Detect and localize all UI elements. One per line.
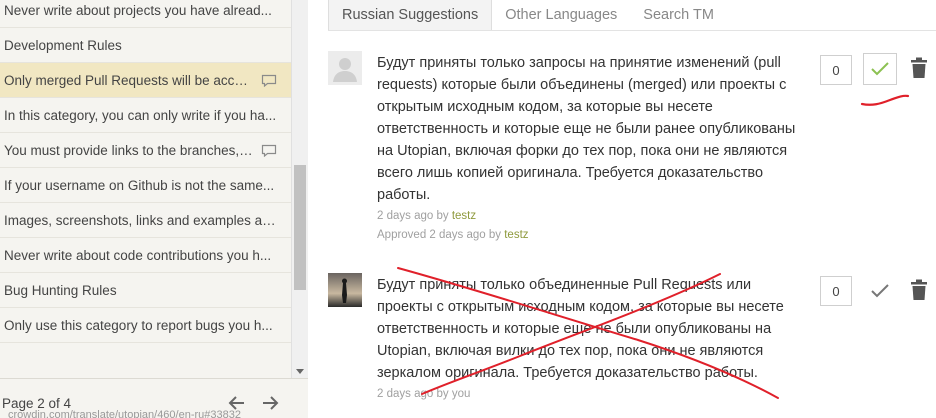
list-item-label: Development Rules: [4, 37, 122, 53]
meta-time: 2 days ago by: [377, 210, 452, 222]
tab-other-languages[interactable]: Other Languages: [492, 0, 630, 30]
suggestion-meta: 2 days ago by testz: [377, 210, 476, 222]
source-strings-panel: Never write about projects you have alre…: [0, 0, 308, 418]
user-avatar-icon: [328, 273, 362, 307]
list-item-label: In this category, you can only write if …: [4, 107, 277, 123]
approval-time: Approved 2 days ago by: [377, 229, 505, 241]
list-item[interactable]: Images, screenshots, links and examples …: [0, 203, 291, 238]
prev-page-arrow-icon[interactable]: [226, 393, 248, 413]
meta-user-link[interactable]: testz: [452, 210, 476, 222]
vote-count[interactable]: 0: [820, 55, 852, 85]
annotation-underline: [860, 94, 910, 106]
list-item[interactable]: You must provide links to the branches, …: [0, 133, 291, 168]
tab-divider: [328, 30, 936, 31]
comment-icon[interactable]: [261, 74, 277, 87]
comment-icon[interactable]: [261, 144, 277, 157]
tab-search-tm[interactable]: Search TM: [630, 0, 727, 30]
suggestion-text: Будут приняты только объединенные Pull R…: [377, 277, 784, 381]
source-strings-list: Never write about projects you have alre…: [0, 0, 291, 378]
list-item-label: If your username on Github is not the sa…: [4, 177, 275, 193]
pagination-bar: Page 2 of 4 crowdin.com/translate/utopia…: [0, 378, 308, 418]
list-item[interactable]: Bug Hunting Rules: [0, 273, 291, 308]
meta-time: 2 days ago by: [377, 388, 452, 400]
translation-editor: Never write about projects you have alre…: [0, 0, 936, 418]
checkmark-icon: [871, 284, 889, 298]
scrollbar-thumb[interactable]: [294, 165, 306, 290]
list-scrollbar[interactable]: [291, 0, 308, 378]
delete-trash-icon[interactable]: [909, 279, 929, 301]
list-item[interactable]: Development Rules: [0, 28, 291, 63]
checkmark-icon: [871, 62, 889, 76]
list-item-label: Never write about projects you have alre…: [4, 2, 272, 18]
approver-user-link[interactable]: testz: [504, 229, 528, 241]
suggestion-text: Будут приняты только запросы на принятие…: [377, 55, 796, 203]
next-page-arrow-icon[interactable]: [259, 393, 281, 413]
list-item[interactable]: Never write about code contributions you…: [0, 238, 291, 273]
approve-button[interactable]: [863, 275, 897, 307]
status-url: crowdin.com/translate/utopian/460/en-ru#…: [8, 409, 241, 418]
list-item-label: Bug Hunting Rules: [4, 282, 117, 298]
list-item[interactable]: If your username on Github is not the sa…: [0, 168, 291, 203]
list-item[interactable]: Only use this category to report bugs yo…: [0, 308, 291, 343]
list-item[interactable]: In this category, you can only write if …: [0, 98, 291, 133]
list-item-active[interactable]: Only merged Pull Requests will be acce..…: [0, 63, 291, 98]
list-item[interactable]: Never write about projects you have alre…: [0, 0, 291, 28]
list-item-label: Never write about code contributions you…: [4, 247, 272, 263]
approve-button[interactable]: [863, 53, 897, 85]
vote-count[interactable]: 0: [820, 276, 852, 306]
list-item-label: Only use this category to report bugs yo…: [4, 317, 273, 333]
list-item-label: Images, screenshots, links and examples …: [4, 212, 277, 228]
suggestion-tabs: Russian Suggestions Other Languages Sear…: [328, 0, 727, 30]
meta-user-link[interactable]: you: [452, 388, 471, 400]
user-avatar-placeholder-icon: [328, 51, 362, 85]
scroll-down-arrow-icon[interactable]: [296, 369, 304, 374]
suggestion-meta: 2 days ago by you: [377, 388, 470, 400]
approval-meta: Approved 2 days ago by testz: [377, 229, 529, 241]
list-item-label: Only merged Pull Requests will be acce..…: [4, 72, 253, 88]
delete-trash-icon[interactable]: [909, 57, 929, 79]
tab-russian-suggestions[interactable]: Russian Suggestions: [328, 0, 493, 30]
list-item-label: You must provide links to the branches, …: [4, 142, 253, 158]
